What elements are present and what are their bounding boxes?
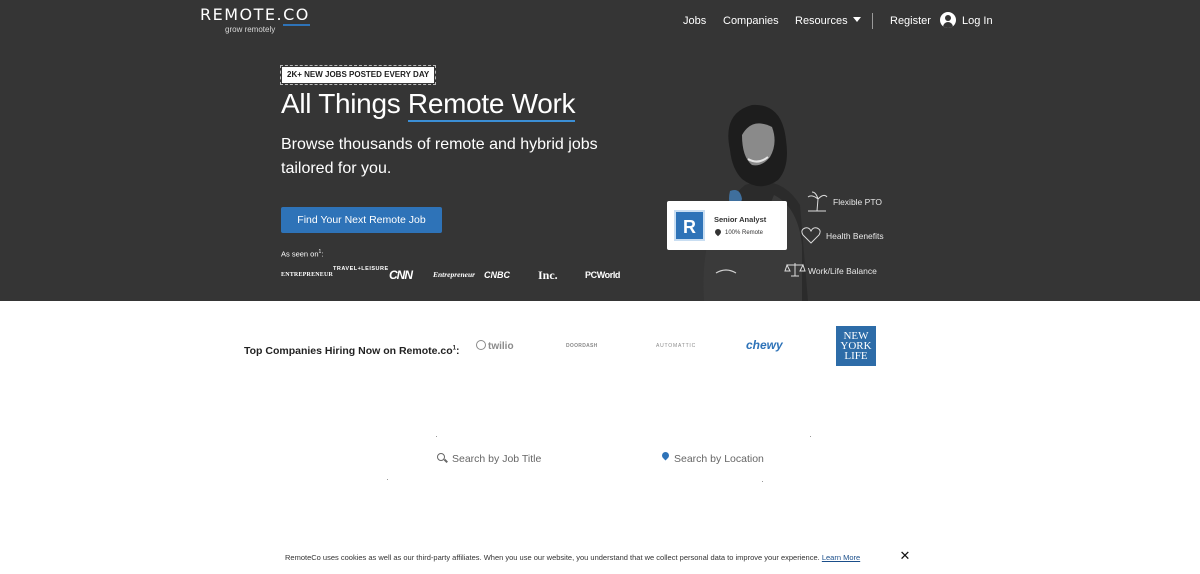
company-logo-twilio[interactable]: twilio	[476, 340, 514, 352]
press-logo-entrepreneur-caps: ENTREPRENEUR	[281, 272, 334, 278]
company-logo-automattic[interactable]: AUTOMATTIC	[656, 343, 696, 349]
cookie-text: RemoteCo uses cookies as well as our thi…	[285, 553, 820, 562]
close-icon[interactable]: ✕	[899, 550, 911, 563]
benefit-flexible-pto: Flexible PTO	[833, 197, 882, 207]
hero-title: All Things Remote Work	[281, 88, 576, 122]
nav-divider	[872, 13, 873, 29]
company-logo-chewy[interactable]: chewy	[746, 338, 783, 352]
press-logo-entrepreneur: Entrepreneur	[433, 270, 476, 279]
benefit-work-life-balance: Work/Life Balance	[808, 266, 877, 276]
location-search-input[interactable]: Search by Location	[674, 451, 764, 467]
job-card-location: 100% Remote	[725, 230, 764, 236]
press-logo-cnbc: CNBC	[484, 270, 510, 280]
location-pin-icon	[713, 227, 723, 237]
as-seen-on-label: As seen on1:	[281, 249, 324, 259]
company-logo-r: R	[674, 210, 705, 241]
new-jobs-badge: 2K+ NEW JOBS POSTED EVERY DAY	[279, 65, 437, 85]
sample-job-card: R Senior Analyst 100% Remote	[667, 201, 787, 250]
search-field-corner	[810, 436, 811, 437]
top-nav: Jobs Companies Resources Register Log In	[0, 13, 1200, 29]
search-icon	[437, 453, 445, 461]
heart-icon	[801, 227, 821, 244]
nav-resources-label: Resources	[795, 15, 848, 27]
company-logo-doordash[interactable]: DOORDASH	[566, 343, 598, 349]
top-companies-label: Top Companies Hiring Now on Remote.co1:	[244, 345, 460, 357]
chevron-down-icon	[852, 17, 861, 22]
search-field-corner	[387, 479, 388, 480]
nav-jobs-link[interactable]: Jobs	[683, 13, 706, 29]
nav-login-link[interactable]: Log In	[962, 13, 993, 29]
nav-companies-link[interactable]: Companies	[723, 13, 779, 29]
user-account-icon[interactable]	[940, 12, 956, 28]
press-logo-inc: Inc.	[538, 268, 558, 282]
benefit-health: Health Benefits	[826, 231, 884, 241]
twilio-icon	[476, 340, 486, 350]
location-pin-icon	[660, 450, 671, 461]
nav-register-link[interactable]: Register	[890, 13, 931, 29]
cookie-banner: RemoteCo uses cookies as well as our thi…	[285, 553, 860, 562]
nav-resources-dropdown[interactable]: Resources	[795, 13, 861, 29]
press-logo-pcworld: PCWorld	[585, 270, 621, 280]
job-title-search-input[interactable]: Search by Job Title	[452, 451, 541, 467]
company-logo-new-york-life[interactable]: NEW YORK LIFE	[836, 326, 876, 366]
press-logo-cnn: CNN	[389, 268, 413, 282]
palm-tree-icon	[807, 191, 828, 212]
cookie-learn-more-link[interactable]: Learn More	[822, 553, 860, 562]
search-field-corner	[436, 436, 437, 437]
find-remote-job-button[interactable]: Find Your Next Remote Job	[281, 207, 442, 233]
search-field-corner	[762, 481, 763, 482]
press-logo-travel-leisure: TRAVEL+LEISURE	[333, 266, 389, 272]
job-card-title: Senior Analyst	[714, 215, 767, 224]
hero-section: REMOTE.CO grow remotely Jobs Companies R…	[0, 0, 1200, 301]
balance-scale-icon	[784, 263, 806, 277]
hero-subtitle: Browse thousands of remote and hybrid jo…	[281, 136, 598, 177]
